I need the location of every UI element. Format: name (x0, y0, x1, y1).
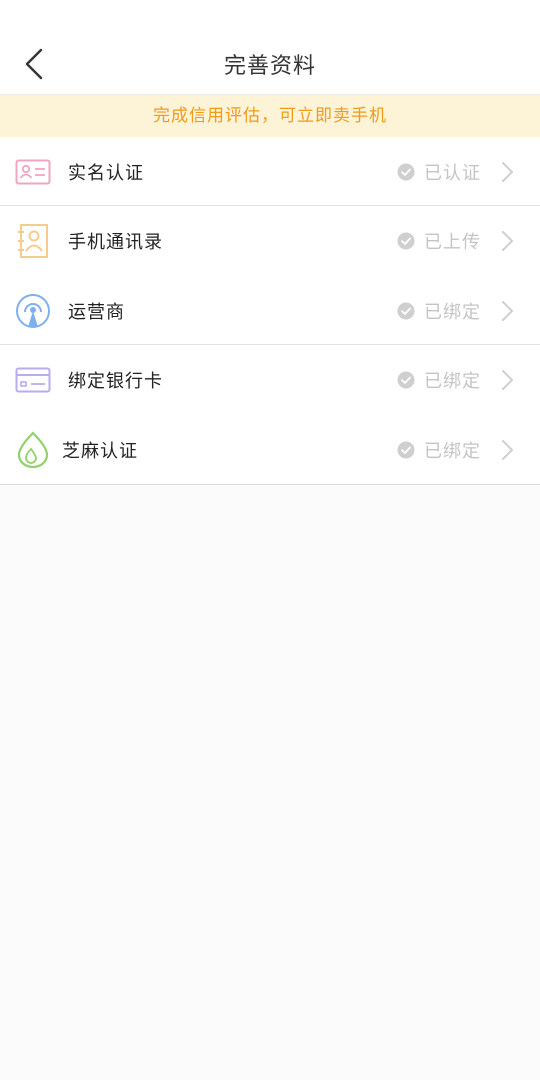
list-item-label: 绑定银行卡 (68, 371, 163, 392)
signal-tower-icon (14, 292, 52, 330)
status-text: 已认证 (424, 162, 481, 184)
list-item-contacts[interactable]: 手机通讯录 已上传 (0, 206, 540, 276)
list-item-label: 手机通讯录 (68, 232, 163, 253)
check-circle-icon (397, 371, 415, 389)
verification-list: 实名认证 已认证 手机通讯录 已上传 运营商 已绑定 绑定银行卡 已绑定 芝麻认… (0, 137, 540, 485)
check-circle-icon (397, 441, 415, 458)
credit-notice-banner: 完成信用评估，可立即卖手机 (0, 95, 540, 137)
check-circle-icon (397, 163, 415, 180)
status-text: 已绑定 (424, 371, 481, 392)
list-item-label: 芝麻认证 (62, 440, 138, 462)
bank-card-icon (14, 361, 52, 399)
chevron-right-icon (502, 439, 513, 460)
chevron-right-icon (502, 370, 513, 390)
page-title: 完善资料 (223, 54, 316, 79)
list-item-label: 运营商 (68, 301, 125, 323)
sesame-seed-icon (14, 430, 52, 469)
status-text: 已绑定 (424, 301, 481, 323)
list-item-sesame[interactable]: 芝麻认证 已绑定 (0, 415, 540, 484)
chevron-right-icon (502, 300, 513, 321)
list-item-label: 实名认证 (68, 162, 144, 184)
list-item-bank-card[interactable]: 绑定银行卡 已绑定 (0, 345, 540, 415)
contacts-icon (14, 222, 52, 260)
list-item-carrier[interactable]: 运营商 已绑定 (0, 276, 540, 345)
id-card-icon (14, 153, 52, 191)
status-text: 已绑定 (424, 440, 481, 462)
header-bar: 完善资料 (0, 0, 540, 95)
chevron-right-icon (502, 231, 513, 251)
list-item-real-name[interactable]: 实名认证 已认证 (0, 137, 540, 206)
chevron-right-icon (502, 161, 513, 182)
check-circle-icon (397, 232, 415, 250)
status-text: 已上传 (424, 232, 481, 253)
check-circle-icon (397, 302, 415, 319)
